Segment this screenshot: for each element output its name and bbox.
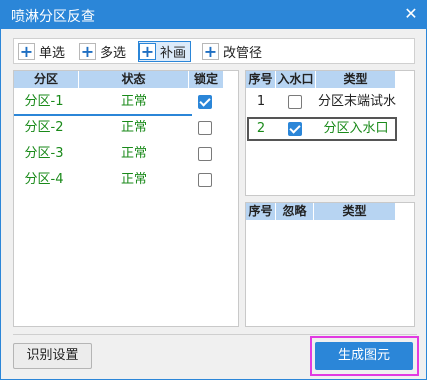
dialog-window: 喷淋分区反查 ✕ + 单选 + 多选 + 补画 + 改管径 分区 状态 锁定 分… xyxy=(0,0,427,380)
column-header[interactable]: 忽略 xyxy=(276,203,314,220)
column-header[interactable]: 类型 xyxy=(314,203,396,220)
zone-table: 分区 状态 锁定 分区-1 正常 分区-2 正常 分区-3 正常 分区-4 正常 xyxy=(13,70,239,327)
lock-checkbox[interactable] xyxy=(198,95,212,109)
tool-label: 多选 xyxy=(100,46,127,61)
plus-icon: + xyxy=(18,41,35,61)
zone-status: 正常 xyxy=(120,172,147,187)
lock-checkbox[interactable] xyxy=(198,173,212,187)
window-title: 喷淋分区反查 xyxy=(11,9,95,25)
redraw-tool[interactable]: + 补画 xyxy=(138,41,192,62)
row-index: 2 xyxy=(256,121,266,136)
title-bar[interactable]: 喷淋分区反查 ✕ xyxy=(1,1,426,29)
column-header[interactable]: 状态 xyxy=(79,71,189,88)
plus-icon: + xyxy=(139,41,156,61)
inlet-checkbox[interactable] xyxy=(288,95,302,109)
zone-status: 正常 xyxy=(120,120,147,135)
toolbar: + 单选 + 多选 + 补画 + 改管径 xyxy=(13,38,415,64)
zone-name[interactable]: 分区-3 xyxy=(14,141,74,167)
lock-checkbox[interactable] xyxy=(198,121,212,135)
zone-name[interactable]: 分区-4 xyxy=(14,167,74,193)
ignore-table: 序号 忽略 类型 xyxy=(245,202,415,327)
point-type: 分区末端试水 xyxy=(317,94,396,109)
close-icon[interactable]: ✕ xyxy=(402,5,420,23)
column-header[interactable]: 类型 xyxy=(316,71,396,88)
multi-select-tool[interactable]: + 多选 xyxy=(79,41,126,62)
column-header[interactable]: 分区 xyxy=(14,71,79,88)
zone-status: 正常 xyxy=(120,146,147,161)
zone-status: 正常 xyxy=(120,94,147,109)
row-index: 1 xyxy=(256,94,266,109)
tool-label: 改管径 xyxy=(223,46,263,61)
tool-label: 补画 xyxy=(160,46,187,61)
column-header[interactable]: 入水口 xyxy=(276,71,316,88)
change-diameter-tool[interactable]: + 改管径 xyxy=(202,41,262,62)
plus-icon: + xyxy=(79,41,96,61)
single-select-tool[interactable]: + 单选 xyxy=(18,41,65,62)
lock-checkbox[interactable] xyxy=(198,147,212,161)
zone-name[interactable]: 分区-2 xyxy=(14,115,74,141)
zone-name[interactable]: 分区-1 xyxy=(14,89,74,115)
column-header[interactable]: 锁定 xyxy=(189,71,224,88)
column-header[interactable]: 序号 xyxy=(246,71,276,88)
column-header[interactable]: 序号 xyxy=(246,203,276,220)
point-type: 分区入水口 xyxy=(323,121,389,136)
footer-divider xyxy=(13,334,417,335)
tool-label: 单选 xyxy=(39,46,66,61)
inlet-type-table: 序号 入水口 类型 1 分区末端试水 2 分区入水口 xyxy=(245,70,415,196)
inlet-checkbox[interactable] xyxy=(288,122,302,136)
generate-elements-button[interactable]: 生成图元 xyxy=(315,342,413,370)
recognition-settings-button[interactable]: 识别设置 xyxy=(13,343,92,369)
plus-icon: + xyxy=(202,41,219,61)
